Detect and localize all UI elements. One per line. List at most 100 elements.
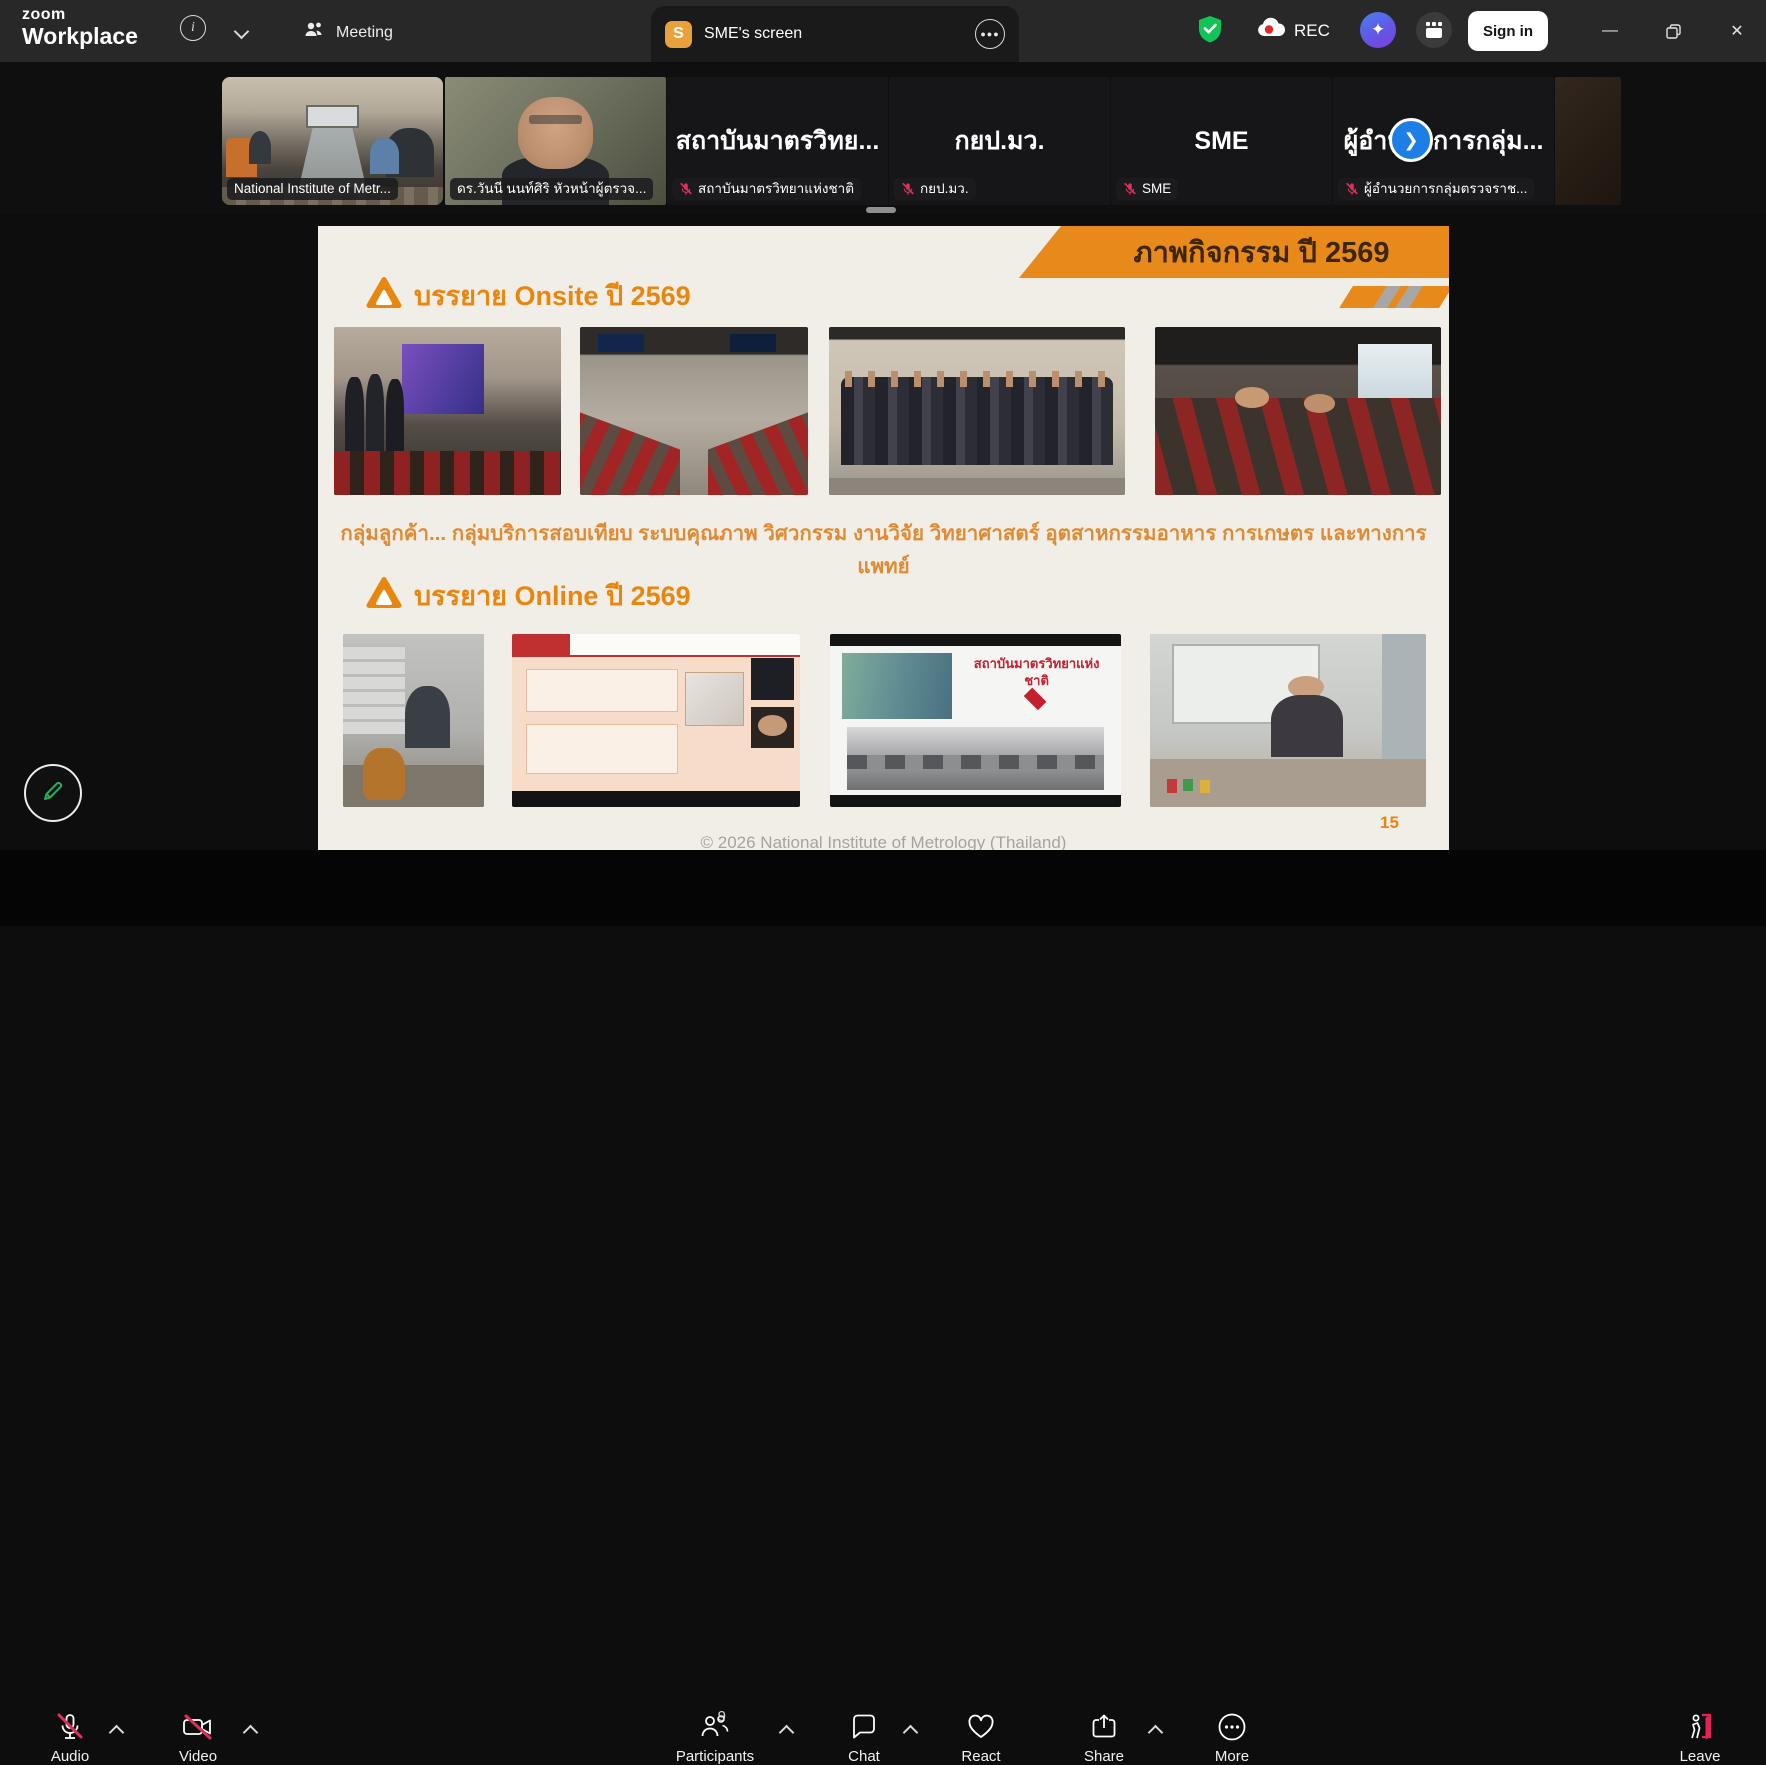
photo-detail [842, 653, 953, 719]
chevron-glyph [108, 1724, 124, 1740]
audio-options-chevron[interactable] [106, 1722, 126, 1742]
participant-name-text: สถาบันมาตรวิทยาแห่งชาติ [698, 179, 854, 199]
annotation-pencil-button[interactable] [24, 764, 82, 822]
photo-detail [841, 371, 1113, 388]
participant-name-label: SME [1116, 178, 1178, 200]
logo-zoom: zoom [22, 7, 138, 23]
minimize-button[interactable]: — [1593, 14, 1627, 48]
video-options-chevron[interactable] [240, 1722, 260, 1742]
participant-name-label: ดร.วันนี นนท์ศิริ หัวหน้าผู้ตรวจ... [450, 178, 653, 200]
triangle-logo-icon [366, 576, 402, 616]
chat-icon [849, 1710, 879, 1744]
tab-options-ellipsis-icon[interactable]: ●●● [975, 19, 1005, 49]
chat-button[interactable]: Chat [828, 1710, 900, 1765]
onsite-photo-3 [829, 327, 1125, 495]
participant-name-text: ดร.วันนี นนท์ศิริ หัวหน้าผู้ตรวจ... [457, 179, 646, 199]
apps-icon[interactable] [1416, 12, 1452, 48]
pencil-icon [41, 779, 65, 808]
chevron-glyph [234, 24, 250, 40]
photo-detail [1200, 780, 1210, 793]
participant-name-label: National Institute of Metr... [227, 178, 398, 200]
slide-footer-copyright: © 2026 National Institute of Metrology (… [318, 833, 1449, 850]
video-tile-national-institute[interactable]: National Institute of Metr... [222, 77, 443, 205]
online-photo-3: สถาบันมาตรวิทยาแห่งชาติ [830, 634, 1121, 807]
chat-options-chevron[interactable] [900, 1722, 920, 1742]
meeting-toolbar: Audio Video 9 Participants Chat React Sh… [0, 850, 1766, 926]
share-options-chevron[interactable] [1145, 1722, 1165, 1742]
chat-label: Chat [848, 1748, 880, 1765]
photo-detail [598, 334, 644, 352]
photo-detail [386, 379, 404, 451]
photo-detail [370, 138, 399, 174]
next-videos-arrow-button[interactable]: ❯ [1389, 118, 1433, 162]
photo-detail [830, 634, 1121, 646]
meeting-people-icon [302, 18, 326, 47]
video-tile-sme[interactable]: SME SME [1111, 77, 1332, 205]
photo-detail [249, 131, 271, 164]
logo-workplace: Workplace [22, 25, 138, 48]
photo-detail [512, 791, 800, 807]
more-button[interactable]: More [1196, 1710, 1268, 1765]
chevron-down-icon[interactable] [236, 24, 247, 42]
photo-detail [345, 377, 363, 451]
ai-companion-icon[interactable]: ✦ [1360, 12, 1396, 48]
close-button[interactable]: ✕ [1720, 14, 1754, 48]
security-shield-icon[interactable] [1196, 14, 1224, 49]
online-photo-4 [1150, 634, 1426, 807]
participant-name-text: SME [1142, 179, 1171, 199]
react-button[interactable]: React [945, 1710, 1017, 1765]
video-button[interactable]: Video [162, 1710, 234, 1765]
participants-button[interactable]: 9 Participants [660, 1710, 770, 1765]
tab-meeting[interactable]: Meeting [302, 18, 393, 47]
participants-icon: 9 [698, 1710, 732, 1744]
strip-drag-handle[interactable] [866, 207, 896, 213]
photo-detail [830, 795, 1121, 807]
video-tile-kayop[interactable]: กยป.มว. กยป.มว. [889, 77, 1110, 205]
mic-muted-icon [901, 182, 915, 196]
leave-button[interactable]: Leave [1664, 1710, 1736, 1765]
heart-icon [966, 1710, 996, 1744]
participants-options-chevron[interactable] [776, 1722, 796, 1742]
mic-muted-icon [1345, 182, 1359, 196]
photo-detail [343, 644, 405, 734]
tab-sme-screen[interactable]: S SME's screen ●●● [651, 6, 1019, 62]
online-photo-1 [343, 634, 484, 807]
online-heading-text: บรรยาย Online ปี 2569 [414, 574, 691, 617]
participant-name-text: กยป.มว. [920, 179, 969, 199]
video-tile-nimt[interactable]: สถาบันมาตรวิทย... สถาบันมาตรวิทยาแห่งชาต… [667, 77, 888, 205]
photo-detail [1167, 779, 1177, 793]
share-button[interactable]: Share [1068, 1710, 1140, 1765]
video-strip: National Institute of Metr... ดร.วันนี น… [0, 62, 1766, 214]
audio-button[interactable]: Audio [34, 1710, 106, 1765]
photo-detail [1271, 695, 1343, 757]
video-tile-dr-wannee[interactable]: ดร.วันนี นนท์ศิริ หัวหน้าผู้ตรวจ... [445, 77, 666, 205]
online-photo-2 [512, 634, 800, 807]
photo-detail [334, 451, 561, 495]
screen-share-avatar: S [665, 21, 692, 48]
photo-detail [841, 377, 1113, 464]
chevron-glyph [242, 1724, 258, 1740]
camera-muted-icon [181, 1710, 215, 1744]
participants-label: Participants [676, 1748, 754, 1765]
participant-name-text: ผู้อำนวยการกลุ่มตรวจราช... [1364, 179, 1527, 199]
chevron-glyph [902, 1724, 918, 1740]
tab-sme-screen-label: SME's screen [704, 25, 975, 43]
sign-in-button[interactable]: Sign in [1468, 11, 1548, 51]
photo-detail [1183, 779, 1193, 791]
recording-indicator[interactable]: REC [1255, 16, 1330, 45]
photo-detail [306, 105, 359, 128]
restore-button[interactable] [1656, 14, 1690, 48]
leave-door-icon [1684, 1710, 1716, 1744]
info-icon[interactable]: i [180, 15, 206, 41]
zoom-workplace-logo: zoom Workplace [22, 7, 138, 48]
participant-name-label: กยป.มว. [894, 178, 976, 200]
shared-screen-slide: ภาพกิจกรรม ปี 2569 บรรยาย Onsite ปี 2569 [318, 226, 1449, 850]
chevron-glyph [1147, 1724, 1163, 1740]
triangle-logo-icon [366, 276, 402, 316]
photo-detail [529, 115, 582, 124]
video-tile-director[interactable]: ผู้อำนวยการกลุ่ม... ผู้อำนวยการกลุ่มตรวจ… [1333, 77, 1554, 205]
title-bar: zoom Workplace i Meeting S SME's screen … [0, 0, 1766, 62]
tab-meeting-label: Meeting [336, 24, 393, 42]
video-tile-partial[interactable] [1555, 77, 1621, 205]
react-label: React [961, 1748, 1000, 1765]
